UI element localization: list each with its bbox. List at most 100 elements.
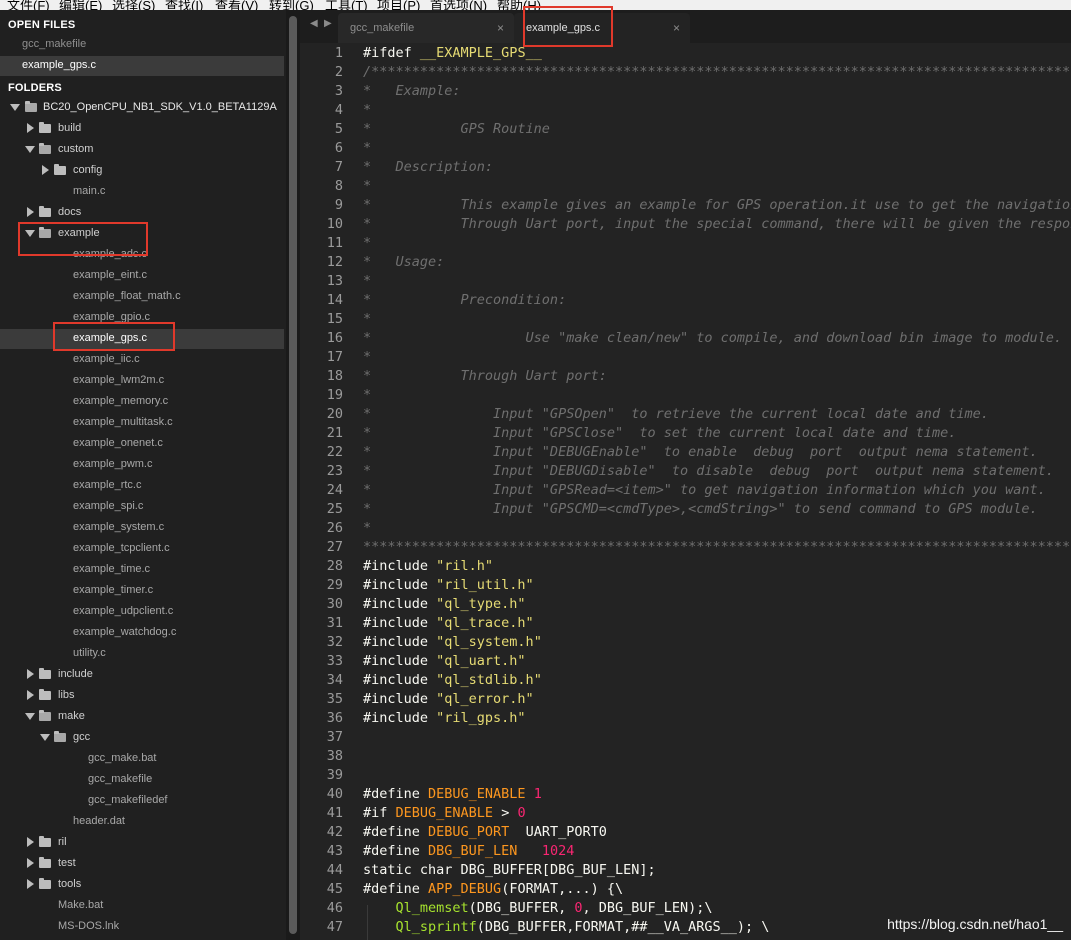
code-line[interactable]: * Input "GPSClose" to set the current lo…	[363, 425, 956, 441]
code-line[interactable]: * Precondition:	[363, 292, 566, 308]
code-line[interactable]: #include "ril_gps.h"	[363, 710, 526, 726]
file-header-dat[interactable]: header.dat	[0, 812, 284, 832]
close-icon[interactable]: ×	[497, 21, 504, 35]
code-line[interactable]: * Input "DEBUGDisable" to disable debug …	[363, 463, 1054, 479]
code-line[interactable]: * Description:	[363, 159, 493, 175]
file-example-eint-c[interactable]: example_eint.c	[0, 266, 284, 286]
menu-item[interactable]: 首选项(N)	[430, 0, 487, 10]
code-line[interactable]: *	[363, 311, 371, 327]
file-example-adc-c[interactable]: example_adc.c	[0, 245, 284, 265]
file-example-rtc-c[interactable]: example_rtc.c	[0, 476, 284, 496]
chevron-right-icon[interactable]	[27, 669, 34, 679]
code-line[interactable]: #if DEBUG_ENABLE > 0	[363, 805, 526, 821]
chevron-down-icon[interactable]	[25, 713, 35, 720]
code-line[interactable]: * Usage:	[363, 254, 444, 270]
code-line[interactable]: #ifdef __EXAMPLE_GPS__	[363, 45, 542, 61]
code-line[interactable]: * Input "GPSCMD=<cmdType>,<cmdString>" t…	[363, 501, 1038, 517]
chevron-right-icon[interactable]	[27, 690, 34, 700]
code-line[interactable]: * Input "GPSOpen" to retrieve the curren…	[363, 406, 989, 422]
chevron-right-icon[interactable]	[27, 123, 34, 133]
folder-ril[interactable]: ril	[0, 833, 284, 853]
code-line[interactable]: * Through Uart port, input the special c…	[363, 216, 1071, 232]
file-main-c[interactable]: main.c	[0, 182, 284, 202]
folder-gcc[interactable]: gcc	[0, 728, 284, 748]
code-line[interactable]: ****************************************…	[363, 539, 1071, 555]
tab-gcc-makefile[interactable]: gcc_makefile ×	[338, 13, 514, 43]
file-make-bat[interactable]: Make.bat	[0, 896, 284, 916]
menu-item[interactable]: 帮助(H)	[497, 0, 541, 10]
file-example-iic-c[interactable]: example_iic.c	[0, 350, 284, 370]
code-line[interactable]: /***************************************…	[363, 64, 1071, 80]
file-example-time-c[interactable]: example_time.c	[0, 560, 284, 580]
file-utility-c[interactable]: utility.c	[0, 644, 284, 664]
chevron-down-icon[interactable]	[25, 146, 35, 153]
code-line[interactable]: #include "ril.h"	[363, 558, 493, 574]
menu-item[interactable]: 编辑(E)	[59, 0, 102, 10]
chevron-down-icon[interactable]	[40, 734, 50, 741]
folder-libs[interactable]: libs	[0, 686, 284, 706]
code-line[interactable]: #include "ql_type.h"	[363, 596, 526, 612]
code-line[interactable]: *	[363, 387, 371, 403]
code-line[interactable]: *	[363, 349, 371, 365]
file-example-watchdog-c[interactable]: example_watchdog.c	[0, 623, 284, 643]
code-line[interactable]: #include "ql_uart.h"	[363, 653, 526, 669]
chevron-right-icon[interactable]	[27, 858, 34, 868]
chevron-right-icon[interactable]	[42, 165, 49, 175]
file-example-float-math-c[interactable]: example_float_math.c	[0, 287, 284, 307]
folder-tools[interactable]: tools	[0, 875, 284, 895]
chevron-down-icon[interactable]	[10, 104, 20, 111]
code-line[interactable]: #define DBG_BUF_LEN 1024	[363, 843, 574, 859]
code-line[interactable]: * Input "GPSRead=<item>" to get navigati…	[363, 482, 1046, 498]
tab-scroll-left-icon[interactable]: ◀	[310, 18, 318, 29]
file-example-memory-c[interactable]: example_memory.c	[0, 392, 284, 412]
code-line[interactable]: * GPS Routine	[363, 121, 550, 137]
file-example-gps-c[interactable]: example_gps.c	[0, 329, 284, 349]
code-line[interactable]: Ql_memset(DBG_BUFFER, 0, DBG_BUF_LEN);\	[363, 900, 713, 916]
code-line[interactable]: #define DEBUG_PORT UART_PORT0	[363, 824, 607, 840]
code-line[interactable]: * This example gives an example for GPS …	[363, 197, 1071, 213]
file-gcc-make-bat[interactable]: gcc_make.bat	[0, 749, 284, 769]
file-example-timer-c[interactable]: example_timer.c	[0, 581, 284, 601]
folder-make[interactable]: make	[0, 707, 284, 727]
file-example-udpclient-c[interactable]: example_udpclient.c	[0, 602, 284, 622]
code-line[interactable]: * Through Uart port:	[363, 368, 607, 384]
file-example-onenet-c[interactable]: example_onenet.c	[0, 434, 284, 454]
code-line[interactable]: *	[363, 140, 371, 156]
close-icon[interactable]: ×	[673, 21, 680, 35]
code-line[interactable]: * Example:	[363, 83, 461, 99]
menu-item[interactable]: 转到(G)	[269, 0, 314, 10]
menu-item[interactable]: 选择(S)	[112, 0, 155, 10]
file-gcc-makefiledef[interactable]: gcc_makefiledef	[0, 791, 284, 811]
code-line[interactable]: *	[363, 235, 371, 251]
folder-config[interactable]: config	[0, 161, 284, 181]
code-line[interactable]: * Input "DEBUGEnable" to enable debug po…	[363, 444, 1038, 460]
folder-custom[interactable]: custom	[0, 140, 284, 160]
chevron-right-icon[interactable]	[27, 837, 34, 847]
folder-test[interactable]: test	[0, 854, 284, 874]
code-line[interactable]: #include "ril_util.h"	[363, 577, 534, 593]
file-example-lwm2m-c[interactable]: example_lwm2m.c	[0, 371, 284, 391]
code-line[interactable]: #include "ql_system.h"	[363, 634, 542, 650]
chevron-right-icon[interactable]	[27, 879, 34, 889]
sidebar-scrollbar[interactable]	[286, 10, 300, 940]
code-line[interactable]: *	[363, 273, 371, 289]
folder-bc20-opencpu-nb1-sdk-v1-0-beta1129a[interactable]: BC20_OpenCPU_NB1_SDK_V1.0_BETA1129A	[0, 98, 284, 118]
code-line[interactable]: *	[363, 178, 371, 194]
menu-item[interactable]: 工具(T)	[325, 0, 368, 10]
chevron-down-icon[interactable]	[25, 230, 35, 237]
code-line[interactable]: static char DBG_BUFFER[DBG_BUF_LEN];	[363, 862, 656, 878]
code-line[interactable]: Ql_sprintf(DBG_BUFFER,FORMAT,##__VA_ARGS…	[363, 919, 770, 935]
folder-docs[interactable]: docs	[0, 203, 284, 223]
menu-item[interactable]: 查找(I)	[165, 0, 203, 10]
code-line[interactable]: #include "ql_error.h"	[363, 691, 534, 707]
file-example-gpio-c[interactable]: example_gpio.c	[0, 308, 284, 328]
tab-example-gps[interactable]: example_gps.c ×	[514, 13, 690, 43]
code-line[interactable]: *	[363, 520, 371, 536]
folder-include[interactable]: include	[0, 665, 284, 685]
open-file-item[interactable]: gcc_makefile	[0, 35, 284, 55]
code-editor[interactable]: 1 #ifdef __EXAMPLE_GPS__ 2 /***************…	[300, 43, 1071, 940]
open-file-item[interactable]: example_gps.c	[0, 56, 284, 76]
file-example-tcpclient-c[interactable]: example_tcpclient.c	[0, 539, 284, 559]
file-example-multitask-c[interactable]: example_multitask.c	[0, 413, 284, 433]
menu-item[interactable]: 项目(P)	[377, 0, 420, 10]
